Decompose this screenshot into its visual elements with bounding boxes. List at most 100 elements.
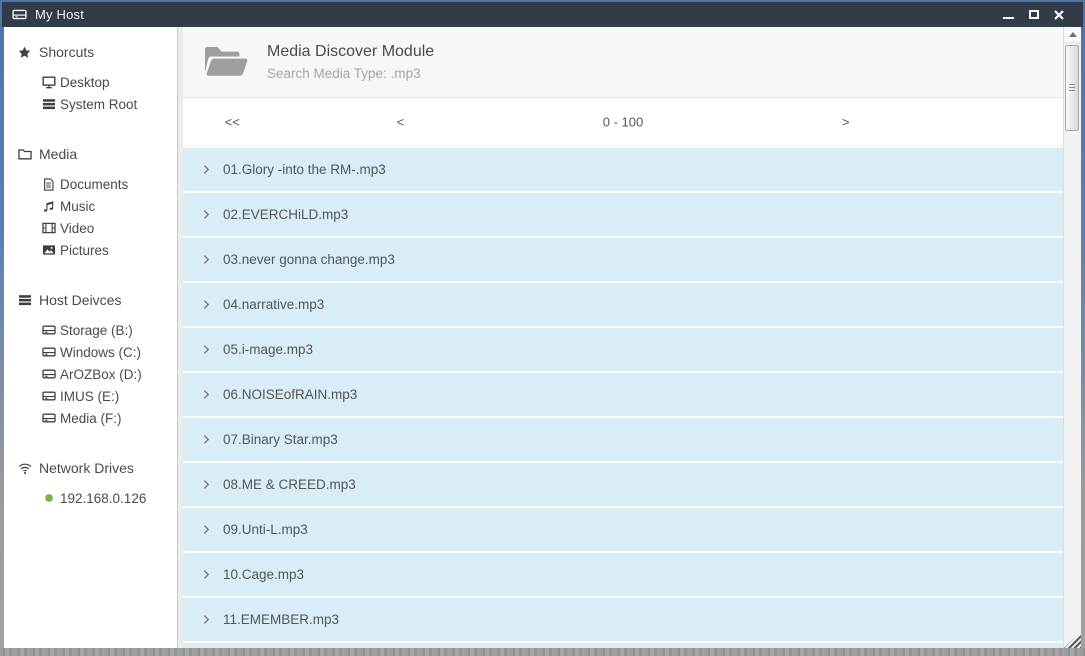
sidebar-item-media-f[interactable]: Media (F:) <box>4 407 177 429</box>
sidebar-item-label: ArOZBox (D:) <box>60 367 142 382</box>
sidebar-item-system-root[interactable]: System Root <box>4 93 177 115</box>
app-window: My Host Shorcuts Desktop System Root Media D… <box>0 0 1085 656</box>
module-header: Media Discover Module Search Media Type:… <box>183 27 1063 98</box>
file-name: 02.EVERCHiLD.mp3 <box>223 207 348 222</box>
module-title: Media Discover Module <box>267 43 434 61</box>
sidebar-item-arozbox-d[interactable]: ArOZBox (D:) <box>4 363 177 385</box>
file-row[interactable]: 10.Cage.mp3 <box>183 553 1063 596</box>
window-bottom-frame <box>0 648 1085 656</box>
film-icon <box>41 221 56 235</box>
chevron-right-icon <box>203 524 210 535</box>
hdd-icon <box>41 411 56 425</box>
sidebar-heading-label: Host Deivces <box>39 292 121 308</box>
hdd-icon <box>12 7 27 22</box>
file-row[interactable]: 02.EVERCHiLD.mp3 <box>183 193 1063 236</box>
file-name: 09.Unti-L.mp3 <box>223 522 308 537</box>
window-title: My Host <box>35 7 84 22</box>
hdd-icon <box>41 389 56 403</box>
hdd-icon <box>41 323 56 337</box>
scrollbar-thumb[interactable] <box>1065 45 1079 131</box>
sidebar-heading-label: Shorcuts <box>39 44 94 60</box>
chevron-right-icon <box>203 434 210 445</box>
file-row[interactable]: 01.Glory -into the RM-.mp3 <box>183 148 1063 191</box>
sidebar-item-pictures[interactable]: Pictures <box>4 239 177 261</box>
sidebar-item-documents[interactable]: Documents <box>4 173 177 195</box>
chevron-right-icon <box>203 569 210 580</box>
pagination-first-button[interactable]: << <box>217 110 248 133</box>
sidebar-item-label: Desktop <box>60 75 110 90</box>
scroll-up-button[interactable] <box>1064 27 1081 43</box>
chevron-right-icon <box>203 614 210 625</box>
file-row[interactable]: 08.ME & CREED.mp3 <box>183 463 1063 506</box>
file-row[interactable]: 04.narrative.mp3 <box>183 283 1063 326</box>
hdd-icon <box>41 367 56 381</box>
pagination-range-label: 0 - 100 <box>595 110 651 133</box>
chevron-right-icon <box>203 479 210 490</box>
sidebar-item-label: Documents <box>60 177 128 192</box>
sidebar-heading-media: Media <box>4 143 177 165</box>
file-row[interactable]: 05.i-mage.mp3 <box>183 328 1063 371</box>
sidebar-heading-host-deivces: Host Deivces <box>4 289 177 311</box>
file-row[interactable]: 06.NOISEofRAIN.mp3 <box>183 373 1063 416</box>
wifi-icon <box>17 461 32 475</box>
server-stack-icon <box>17 293 32 307</box>
sidebar-item-label: Pictures <box>60 243 109 258</box>
star-icon <box>17 46 32 59</box>
pagination-next-button[interactable]: > <box>834 110 858 133</box>
close-icon <box>1054 10 1064 20</box>
pagination-prev-button[interactable]: < <box>389 110 413 133</box>
file-name: 06.NOISEofRAIN.mp3 <box>223 387 357 402</box>
sidebar-item-label: Storage (B:) <box>60 323 133 338</box>
sidebar-section-host-deivces: Host Deivces Storage (B:) Windows (C:) ArOZ… <box>4 289 177 429</box>
sidebar-item-192-168-0-126[interactable]: 192.168.0.126 <box>4 487 177 509</box>
sidebar: Shorcuts Desktop System Root Media Documents… <box>4 27 177 648</box>
music-note-icon <box>41 200 56 213</box>
sidebar-heading-network-drives: Network Drives <box>4 457 177 479</box>
open-folder-icon <box>201 41 251 83</box>
sidebar-item-label: Windows (C:) <box>60 345 141 360</box>
file-name: 10.Cage.mp3 <box>223 567 304 582</box>
sidebar-item-label: Video <box>60 221 94 236</box>
maximize-icon <box>1029 10 1039 19</box>
scrollbar[interactable] <box>1063 27 1081 648</box>
close-button[interactable] <box>1048 6 1069 24</box>
monitor-icon <box>41 75 56 89</box>
file-name: 01.Glory -into the RM-.mp3 <box>223 162 386 177</box>
scroll-up-arrow-icon <box>1069 32 1077 37</box>
sidebar-heading-label: Network Drives <box>39 460 134 476</box>
file-row[interactable]: 09.Unti-L.mp3 <box>183 508 1063 551</box>
file-name: 11.EMEMBER.mp3 <box>223 612 339 627</box>
picture-icon <box>41 243 56 257</box>
sidebar-item-storage-b[interactable]: Storage (B:) <box>4 319 177 341</box>
sidebar-heading-label: Media <box>39 146 77 162</box>
resize-grip-icon[interactable] <box>1064 632 1081 648</box>
file-name: 07.Binary Star.mp3 <box>223 432 338 447</box>
sidebar-item-imus-e[interactable]: IMUS (E:) <box>4 385 177 407</box>
file-name: 08.ME & CREED.mp3 <box>223 477 356 492</box>
chevron-right-icon <box>203 344 210 355</box>
file-name: 03.never gonna change.mp3 <box>223 252 395 267</box>
sidebar-item-label: IMUS (E:) <box>60 389 119 404</box>
file-name: 04.narrative.mp3 <box>223 297 324 312</box>
hdd-icon <box>41 345 56 359</box>
file-row[interactable]: 11.EMEMBER.mp3 <box>183 598 1063 641</box>
sidebar-section-network-drives: Network Drives 192.168.0.126 <box>4 457 177 509</box>
sidebar-item-video[interactable]: Video <box>4 217 177 239</box>
sidebar-item-label: Music <box>60 199 95 214</box>
sidebar-item-music[interactable]: Music <box>4 195 177 217</box>
minimize-button[interactable] <box>998 6 1019 24</box>
sidebar-section-media: Media Documents Music Video Pictures <box>4 143 177 261</box>
main-panel: Media Discover Module Search Media Type:… <box>183 27 1063 648</box>
sidebar-item-windows-c[interactable]: Windows (C:) <box>4 341 177 363</box>
module-subtitle: Search Media Type: .mp3 <box>267 66 434 81</box>
chevron-right-icon <box>203 164 210 175</box>
minimize-icon <box>1003 17 1014 19</box>
document-icon <box>41 178 56 191</box>
sidebar-item-desktop[interactable]: Desktop <box>4 71 177 93</box>
maximize-button[interactable] <box>1023 6 1044 24</box>
file-row[interactable]: 07.Binary Star.mp3 <box>183 418 1063 461</box>
file-row[interactable]: 03.never gonna change.mp3 <box>183 238 1063 281</box>
status-dot-icon <box>41 492 56 504</box>
sidebar-heading-shorcuts: Shorcuts <box>4 41 177 63</box>
chevron-right-icon <box>203 389 210 400</box>
